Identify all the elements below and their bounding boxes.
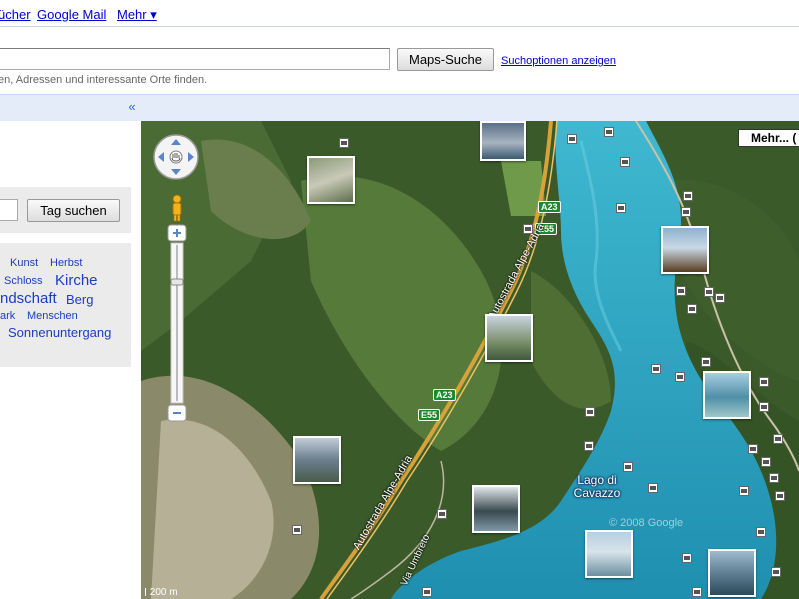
nav-link-mehr[interactable]: Mehr ▾ (117, 7, 157, 23)
top-nav: ücher Google Mail Mehr ▾ (0, 0, 799, 27)
collapse-panel-icon[interactable]: « (124, 100, 140, 116)
maps-search-button[interactable]: Maps-Suche (397, 48, 494, 71)
photo-marker[interactable] (761, 457, 771, 467)
photo-marker[interactable] (683, 191, 693, 201)
photo-thumbnail[interactable] (480, 121, 526, 161)
photo-marker[interactable] (692, 587, 702, 597)
nav-link-buecher[interactable]: ücher (0, 7, 31, 22)
photo-marker[interactable] (739, 486, 749, 496)
zoom-control[interactable] (167, 193, 187, 429)
tag-link[interactable]: Menschen (27, 310, 78, 322)
photo-marker[interactable] (584, 441, 594, 451)
photo-marker[interactable] (676, 286, 686, 296)
tag-input[interactable] (0, 199, 18, 221)
photo-marker[interactable] (748, 444, 758, 454)
photo-marker[interactable] (422, 587, 432, 597)
photo-marker[interactable] (704, 287, 714, 297)
photo-marker[interactable] (756, 527, 766, 537)
photo-marker[interactable] (687, 304, 697, 314)
left-panel: Tag suchen Kunst Herbst Schloss Kirche n… (0, 121, 141, 599)
photo-thumbnail[interactable] (661, 226, 709, 274)
photo-thumbnail[interactable] (708, 549, 756, 597)
photo-marker[interactable] (675, 372, 685, 382)
tag-link[interactable]: Berg (66, 292, 93, 307)
tag-search-box: Tag suchen (0, 187, 131, 233)
photo-marker[interactable] (437, 509, 447, 519)
photo-thumbnail[interactable] (307, 156, 355, 204)
photo-thumbnail[interactable] (585, 530, 633, 578)
tag-link[interactable]: Kunst (10, 257, 38, 269)
road-shield-e55: E55 (418, 409, 441, 421)
photo-marker[interactable] (715, 293, 725, 303)
photo-thumbnail[interactable] (703, 371, 751, 419)
tag-link[interactable]: Herbst (50, 257, 82, 269)
photo-marker[interactable] (759, 402, 769, 412)
photo-marker[interactable] (620, 157, 630, 167)
photo-thumbnail[interactable] (293, 436, 341, 484)
panel-bar: « (0, 94, 799, 121)
nav-link-google-mail[interactable]: Google Mail (37, 7, 106, 22)
road-shield-a23: A23 (538, 201, 561, 213)
photo-marker[interactable] (585, 407, 595, 417)
photo-marker[interactable] (616, 203, 626, 213)
more-layers-button[interactable]: Mehr... ( (738, 129, 799, 147)
map-scale: 200 m (145, 587, 178, 598)
tag-link[interactable]: ndschaft (0, 290, 57, 307)
photo-marker[interactable] (769, 473, 779, 483)
photo-marker[interactable] (567, 134, 577, 144)
photo-marker[interactable] (651, 364, 661, 374)
scale-label: 200 m (149, 587, 178, 598)
photo-marker[interactable] (701, 357, 711, 367)
tag-link[interactable]: Sonnenuntergang (8, 325, 111, 340)
photo-thumbnail[interactable] (485, 314, 533, 362)
tag-link[interactable]: Kirche (55, 272, 98, 289)
photo-marker[interactable] (681, 207, 691, 217)
photo-marker[interactable] (339, 138, 349, 148)
photo-marker[interactable] (623, 462, 633, 472)
photo-marker[interactable] (771, 567, 781, 577)
road-shield-a23: A23 (433, 389, 456, 401)
photo-marker[interactable] (759, 377, 769, 387)
lake-label: Lago di Cavazzo (573, 473, 621, 500)
photo-marker[interactable] (604, 127, 614, 137)
search-hint: en, Adressen und interessante Orte finde… (0, 74, 208, 86)
google-watermark: © 2008 Google (609, 517, 684, 529)
photo-marker[interactable] (773, 434, 783, 444)
photo-marker[interactable] (523, 224, 533, 234)
photo-thumbnail[interactable] (472, 485, 520, 533)
search-input[interactable] (0, 48, 390, 70)
tag-search-button[interactable]: Tag suchen (27, 199, 120, 222)
map-view[interactable]: A23 E55 A23 E55 Autostrada Alpe-Adria Au… (141, 121, 799, 599)
zoom-slider-handle (170, 278, 184, 286)
photo-marker[interactable] (682, 553, 692, 563)
pan-control[interactable] (151, 133, 201, 181)
photo-marker[interactable] (648, 483, 658, 493)
photo-marker[interactable] (292, 525, 302, 535)
photo-marker[interactable] (775, 491, 785, 501)
tag-cloud: Kunst Herbst Schloss Kirche ndschaft Ber… (0, 243, 131, 367)
pegman-icon (172, 194, 182, 222)
tag-link[interactable]: Schloss (4, 275, 43, 287)
tag-link[interactable]: ark (0, 310, 15, 322)
search-options-link[interactable]: Suchoptionen anzeigen (501, 55, 616, 67)
